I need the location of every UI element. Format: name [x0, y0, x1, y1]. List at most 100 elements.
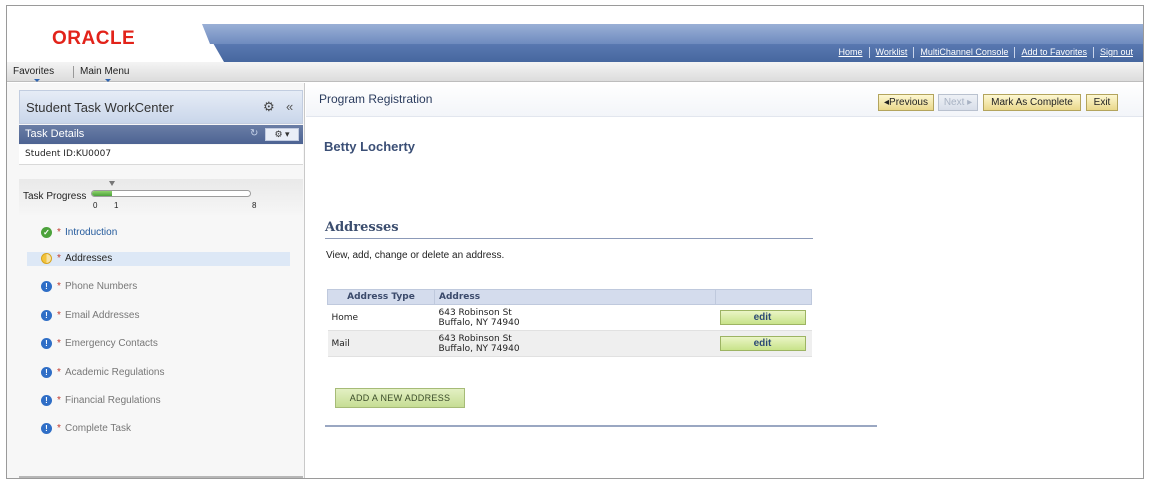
- progress-max: 8: [252, 201, 257, 210]
- main-menu[interactable]: Main Menu: [80, 66, 130, 82]
- student-id-row: Student ID:KU0007: [19, 145, 303, 165]
- task-item-addresses[interactable]: * Addresses: [27, 252, 290, 266]
- page-header: Program Registration ◂Previous Next ▸ Ma…: [306, 83, 1143, 117]
- task-details-title: Task Details: [25, 128, 85, 140]
- oracle-logo: ORACLE: [52, 28, 136, 49]
- action-cell: edit: [715, 330, 812, 357]
- link-sign-out[interactable]: Sign out: [1092, 47, 1139, 58]
- chevron-down-icon: [104, 79, 111, 82]
- workcenter-title: Student Task WorkCenter: [26, 100, 174, 115]
- address-line-2: Buffalo, NY 74940: [438, 343, 520, 354]
- address-line-1: 643 Robinson St: [438, 307, 512, 318]
- student-name: Betty Locherty: [324, 139, 416, 154]
- progress-bar: [91, 190, 251, 197]
- half-circle-icon: [41, 253, 52, 264]
- chevron-down-icon: [33, 79, 40, 82]
- top-links: Home Worklist MultiChannel Console Add t…: [833, 47, 1139, 58]
- info-icon: !: [41, 310, 52, 321]
- panel-scrollbar[interactable]: [19, 476, 303, 478]
- task-details-menu-button[interactable]: ⚙ ▾: [265, 128, 299, 141]
- bottom-divider: [325, 425, 877, 427]
- check-icon: ✓: [41, 227, 52, 238]
- link-add-to-favorites[interactable]: Add to Favorites: [1014, 47, 1093, 58]
- menu-bar: Favorites Main Menu: [7, 62, 1143, 82]
- address-line-1: 643 Robinson St: [438, 333, 512, 344]
- progress-min: 0: [93, 201, 98, 210]
- progress-bar-fill: [92, 191, 112, 196]
- link-worklist[interactable]: Worklist: [868, 47, 914, 58]
- task-item-label: Addresses: [65, 253, 113, 264]
- table-row: Home 643 Robinson St Buffalo, NY 74940 e…: [327, 304, 812, 331]
- section-instructions: View, add, change or delete an address.: [326, 250, 505, 261]
- task-item-financial-regulations[interactable]: ! * Financial Regulations: [27, 394, 290, 408]
- required-marker: *: [57, 367, 61, 378]
- info-icon: !: [41, 338, 52, 349]
- link-multichannel-console[interactable]: MultiChannel Console: [913, 47, 1014, 58]
- section-divider: [325, 238, 813, 239]
- section-title: Addresses: [325, 220, 399, 235]
- main-menu-label: Main Menu: [80, 66, 130, 77]
- address-type-cell: Mail: [327, 330, 435, 357]
- info-icon: !: [41, 367, 52, 378]
- table-row: Mail 643 Robinson St Buffalo, NY 74940 e…: [327, 330, 812, 357]
- column-header-address: Address: [434, 289, 716, 305]
- student-id: Student ID:KU0007: [25, 149, 112, 159]
- gear-icon[interactable]: ⚙: [263, 100, 277, 114]
- required-marker: *: [57, 281, 61, 292]
- column-header-address-type: Address Type: [327, 289, 435, 305]
- previous-button[interactable]: ◂Previous: [878, 94, 934, 111]
- workcenter-header: Student Task WorkCenter ⚙ «: [19, 90, 303, 124]
- edit-button[interactable]: edit: [719, 310, 806, 325]
- task-item-label: Phone Numbers: [65, 281, 138, 292]
- address-cell: 643 Robinson St Buffalo, NY 74940: [434, 330, 716, 357]
- task-item-label: Emergency Contacts: [65, 338, 158, 349]
- link-home[interactable]: Home: [833, 47, 869, 58]
- favorites-menu-label: Favorites: [13, 66, 55, 77]
- header: ORACLE Home Worklist MultiChannel Consol…: [7, 6, 1143, 62]
- main-content: Program Registration ◂Previous Next ▸ Ma…: [306, 83, 1143, 478]
- task-item-phone-numbers[interactable]: ! * Phone Numbers: [27, 280, 290, 294]
- header-banner-highlight: [202, 24, 1143, 44]
- task-item-label[interactable]: Introduction: [65, 227, 117, 238]
- task-item-label: Complete Task: [65, 423, 131, 434]
- task-item-label: Email Addresses: [65, 310, 140, 321]
- task-item-complete-task[interactable]: ! * Complete Task: [27, 422, 290, 436]
- column-header-action: [715, 289, 812, 305]
- task-item-introduction[interactable]: ✓ * Introduction: [27, 226, 290, 240]
- menu-divider: [73, 66, 74, 78]
- info-icon: !: [41, 281, 52, 292]
- task-item-label: Academic Regulations: [65, 367, 165, 378]
- mark-as-complete-button[interactable]: Mark As Complete: [983, 94, 1081, 111]
- next-button: Next ▸: [938, 94, 978, 111]
- task-item-label: Financial Regulations: [65, 395, 161, 406]
- task-details-bar: Task Details ↻ ⚙ ▾: [19, 125, 303, 144]
- addresses-table: Address Type Address Home 643 Robinson S…: [327, 289, 812, 357]
- action-cell: edit: [715, 304, 812, 331]
- add-new-address-button[interactable]: ADD A NEW ADDRESS: [335, 388, 465, 408]
- address-cell: 643 Robinson St Buffalo, NY 74940: [434, 304, 716, 331]
- task-progress: Task Progress 0 1 8: [19, 179, 303, 215]
- student-task-workcenter-panel: Student Task WorkCenter ⚙ « Task Details…: [7, 83, 305, 478]
- required-marker: *: [57, 423, 61, 434]
- refresh-icon[interactable]: ↻: [250, 128, 258, 139]
- progress-marker-icon: [108, 181, 115, 186]
- address-line-2: Buffalo, NY 74940: [438, 317, 520, 328]
- page-title: Program Registration: [319, 92, 433, 106]
- required-marker: *: [57, 310, 61, 321]
- required-marker: *: [57, 253, 61, 264]
- required-marker: *: [57, 338, 61, 349]
- required-marker: *: [57, 395, 61, 406]
- task-item-email-addresses[interactable]: ! * Email Addresses: [27, 309, 290, 323]
- collapse-icon[interactable]: «: [286, 99, 293, 114]
- task-progress-label: Task Progress: [23, 191, 87, 202]
- app-window: ORACLE Home Worklist MultiChannel Consol…: [6, 5, 1144, 479]
- exit-button[interactable]: Exit: [1086, 94, 1118, 111]
- progress-current: 1: [114, 201, 119, 210]
- info-icon: !: [41, 395, 52, 406]
- favorites-menu[interactable]: Favorites: [13, 66, 55, 82]
- edit-button[interactable]: edit: [719, 336, 806, 351]
- address-type-cell: Home: [327, 304, 435, 331]
- task-item-academic-regulations[interactable]: ! * Academic Regulations: [27, 366, 290, 380]
- info-icon: !: [41, 423, 52, 434]
- task-item-emergency-contacts[interactable]: ! * Emergency Contacts: [27, 337, 290, 351]
